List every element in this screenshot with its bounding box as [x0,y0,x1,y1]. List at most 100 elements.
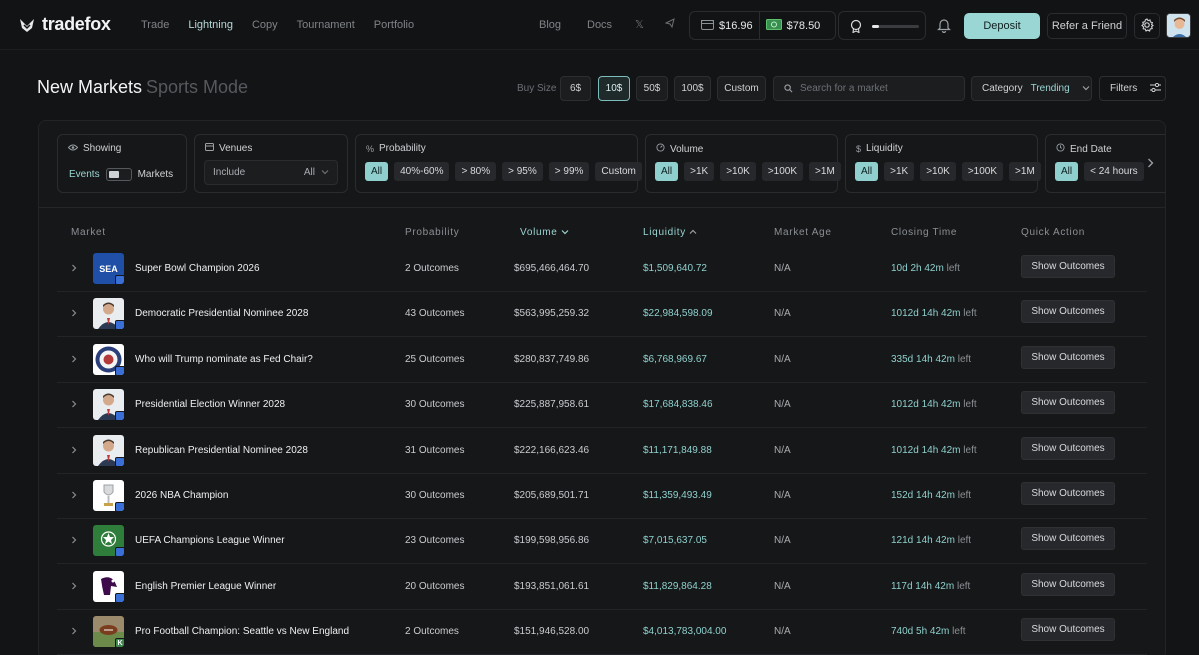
venue-select[interactable]: Include All [204,160,338,185]
market-title[interactable]: Pro Football Champion: Seattle vs New En… [135,626,349,637]
events-markets-toggle[interactable] [105,168,132,181]
market-title[interactable]: Democratic Presidential Nominee 2028 [135,308,308,319]
table-row[interactable]: English Premier League Winner 20 Outcomes… [57,565,1147,610]
settings-button[interactable] [1134,13,1160,39]
brand-name: tradefox [42,14,111,34]
end-date-chip[interactable]: < 24 hours [1084,162,1144,181]
scroll-right-chevron-icon[interactable] [1147,157,1154,171]
show-outcomes-button[interactable]: Show Outcomes [1021,346,1115,369]
show-outcomes-button[interactable]: Show Outcomes [1021,618,1115,641]
eye-icon [67,143,79,154]
nav-copy[interactable]: Copy [252,19,278,31]
telegram-icon[interactable] [664,18,675,31]
nav-portfolio[interactable]: Portfolio [374,19,414,31]
market-title[interactable]: English Premier League Winner [135,581,276,592]
probability-chip[interactable]: > 80% [455,162,497,181]
expand-chevron-icon[interactable] [71,446,77,456]
col-market[interactable]: Market [71,227,106,238]
table-row[interactable]: Who will Trump nominate as Fed Chair? 25 … [57,338,1147,383]
volume-icon [656,143,665,155]
table-row[interactable]: SEA Super Bowl Champion 2026 2 Outcomes $69… [57,247,1147,292]
deposit-button[interactable]: Deposit [964,13,1040,39]
liquidity-chip[interactable]: >1K [884,162,915,181]
liquidity-chip[interactable]: >1M [1009,162,1041,181]
user-avatar[interactable] [1166,13,1191,38]
show-outcomes-button[interactable]: Show Outcomes [1021,391,1115,414]
market-liquidity: $7,015,637.05 [643,535,707,546]
show-outcomes-button[interactable]: Show Outcomes [1021,437,1115,460]
volume-chip[interactable]: >1K [684,162,715,181]
probability-chip[interactable]: 40%-60% [394,162,450,181]
brand-logo[interactable]: tradefox [18,14,111,35]
nav-docs[interactable]: Docs [587,19,612,31]
expand-chevron-icon[interactable] [71,536,77,546]
expand-chevron-icon[interactable] [71,582,77,592]
probability-chip[interactable]: Custom [595,162,642,181]
end-date-chip[interactable]: All [1055,162,1079,181]
nav-tournament[interactable]: Tournament [297,19,355,31]
buy-size-option[interactable]: 6$ [560,76,591,101]
market-title[interactable]: Republican Presidential Nominee 2028 [135,445,308,456]
refer-friend-button[interactable]: Refer a Friend [1047,13,1127,39]
market-title[interactable]: Super Bowl Champion 2026 [135,263,260,274]
show-outcomes-button[interactable]: Show Outcomes [1021,527,1115,550]
table-row[interactable]: UEFA Champions League Winner 23 Outcomes $… [57,519,1147,564]
market-title[interactable]: UEFA Champions League Winner [135,535,285,546]
volume-chip[interactable]: >10K [720,162,756,181]
venue-badge-icon [115,366,124,375]
expand-chevron-icon[interactable] [71,355,77,365]
probability-chip[interactable]: All [365,162,389,181]
market-search[interactable] [773,76,965,101]
probability-chip[interactable]: > 99% [548,162,590,181]
col-market-age[interactable]: Market Age [774,227,832,238]
filters-button[interactable]: Filters [1099,76,1166,101]
expand-chevron-icon[interactable] [71,264,77,274]
table-row[interactable]: Democratic Presidential Nominee 2028 43 O… [57,292,1147,337]
market-title[interactable]: 2026 NBA Champion [135,490,228,501]
show-outcomes-button[interactable]: Show Outcomes [1021,482,1115,505]
volume-chip[interactable]: All [655,162,679,181]
col-volume[interactable]: Volume [520,227,569,238]
nav-lightning[interactable]: Lightning [188,19,233,31]
percent-icon: % [366,143,375,154]
show-outcomes-button[interactable]: Show Outcomes [1021,300,1115,323]
show-outcomes-button[interactable]: Show Outcomes [1021,255,1115,278]
probability-chip[interactable]: > 95% [502,162,543,181]
search-input[interactable] [800,83,950,94]
venue-badge-icon [115,320,124,329]
sports-mode-toggle[interactable]: Sports Mode [146,77,248,98]
nav-blog[interactable]: Blog [539,19,561,31]
category-select[interactable]: Category Trending [971,76,1092,101]
liquidity-chip[interactable]: >100K [961,162,1004,181]
expand-chevron-icon[interactable] [71,309,77,319]
market-title[interactable]: Presidential Election Winner 2028 [135,399,285,410]
showing-markets-label[interactable]: Markets [138,169,174,180]
volume-chip[interactable]: >1M [809,162,841,181]
expand-chevron-icon[interactable] [71,491,77,501]
col-liquidity[interactable]: Liquidity [643,227,697,238]
liquidity-chip[interactable]: >10K [920,162,956,181]
col-probability[interactable]: Probability [405,227,459,238]
market-title[interactable]: Who will Trump nominate as Fed Chair? [135,354,313,365]
show-outcomes-button[interactable]: Show Outcomes [1021,573,1115,596]
buy-size-option[interactable]: 50$ [636,76,668,101]
buy-size-option[interactable]: Custom [717,76,766,101]
table-row[interactable]: Republican Presidential Nominee 2028 31 O… [57,429,1147,474]
notification-bell-icon[interactable] [937,17,951,36]
buy-size-option[interactable]: 10$ [598,76,630,101]
table-row[interactable]: K Pro Football Champion: Seattle vs New E… [57,610,1147,655]
table-row[interactable]: 2026 NBA Champion 30 Outcomes $205,689,501… [57,474,1147,519]
buy-size-option[interactable]: 100$ [674,76,711,101]
level-progress[interactable] [838,11,926,40]
expand-chevron-icon[interactable] [71,627,77,637]
col-closing-time[interactable]: Closing Time [891,227,957,238]
table-row[interactable]: Presidential Election Winner 2028 30 Outc… [57,383,1147,428]
nav-trade[interactable]: Trade [141,19,169,31]
volume-chip[interactable]: >100K [761,162,804,181]
showing-events-label[interactable]: Events [69,169,100,180]
x-twitter-icon[interactable]: 𝕏 [635,18,644,31]
venues-filter: Venues Include All [194,134,348,193]
liquidity-chip[interactable]: All [855,162,879,181]
expand-chevron-icon[interactable] [71,400,77,410]
wallet-balances[interactable]: $16.96 $78.50 [689,11,836,40]
